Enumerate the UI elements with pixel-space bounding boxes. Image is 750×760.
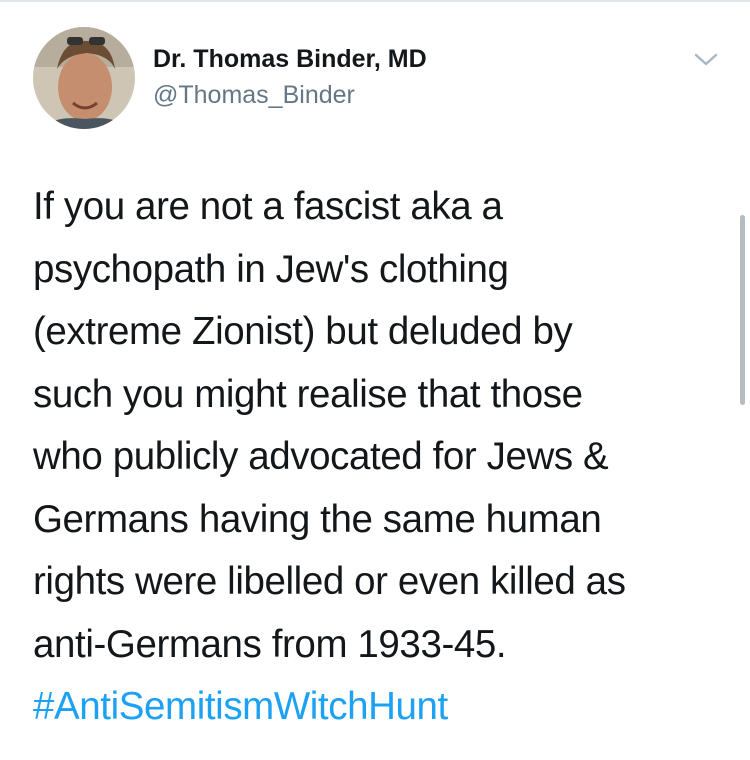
- tweet-line: rights were libelled or even killed as: [33, 560, 626, 603]
- top-divider: [0, 0, 750, 2]
- tweet-line: who publicly advocated for Jews &: [33, 435, 609, 478]
- hashtag-link[interactable]: #AntiSemitismWitchHunt: [33, 676, 723, 739]
- tweet-line: psychopath in Jew's clothing: [33, 247, 509, 291]
- tweet-line: (extreme Zionist) but deluded by: [33, 310, 573, 353]
- tweet-line: Germans having the same human: [33, 497, 602, 541]
- avatar[interactable]: [33, 27, 135, 129]
- scrollbar[interactable]: [740, 215, 745, 405]
- tweet-line: anti-Germans from 1933-45.: [33, 622, 507, 666]
- tweet-text: If you are not a fascist aka a psychopat…: [33, 176, 723, 739]
- avatar-photo: [33, 27, 135, 129]
- author-handle[interactable]: @Thomas_Binder: [153, 80, 355, 110]
- tweet-line: If you are not a fascist aka a: [33, 185, 503, 228]
- tweet-line: such you might realise that those: [33, 372, 583, 416]
- author-display-name[interactable]: Dr. Thomas Binder, MD: [153, 44, 427, 74]
- chevron-down-icon[interactable]: [690, 47, 722, 71]
